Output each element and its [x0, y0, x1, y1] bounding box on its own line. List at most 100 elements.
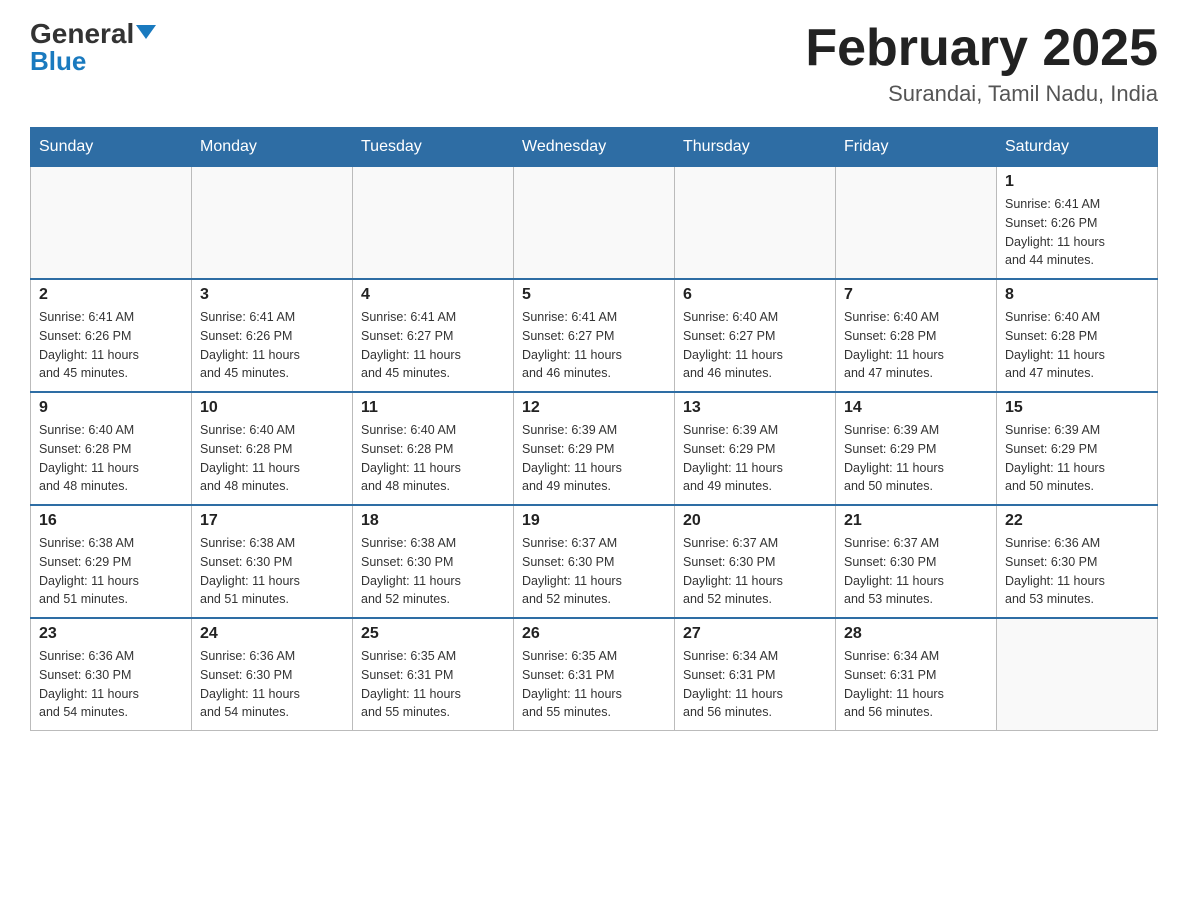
day-info: Sunrise: 6:41 AMSunset: 6:27 PMDaylight:… [522, 308, 666, 383]
logo: General Blue [30, 20, 156, 77]
table-row: 16 Sunrise: 6:38 AMSunset: 6:29 PMDayligh… [31, 505, 192, 618]
table-row: 8Sunrise: 6:40 AMSunset: 6:28 PMDaylight… [997, 279, 1158, 392]
table-row: 26 Sunrise: 6:35 AMSunset: 6:31 PMDayligh… [514, 618, 675, 731]
table-row [192, 167, 353, 280]
day-number: 1 [1005, 173, 1149, 191]
table-row: 12Sunrise: 6:39 AMSunset: 6:29 PMDayligh… [514, 392, 675, 505]
day-info: Sunrise: 6:40 AMSunset: 6:28 PMDaylight:… [200, 421, 344, 496]
table-row: 21 Sunrise: 6:37 AMSunset: 6:30 PMDayligh… [836, 505, 997, 618]
table-row [31, 167, 192, 280]
table-row: 14Sunrise: 6:39 AMSunset: 6:29 PMDayligh… [836, 392, 997, 505]
table-row [997, 618, 1158, 731]
day-number: 21 [844, 512, 988, 530]
day-number: 22 [1005, 512, 1149, 530]
day-number: 27 [683, 625, 827, 643]
table-row: 11Sunrise: 6:40 AMSunset: 6:28 PMDayligh… [353, 392, 514, 505]
calendar-week-row: 2 Sunrise: 6:41 AMSunset: 6:26 PMDaylight… [31, 279, 1158, 392]
day-number: 14 [844, 399, 988, 417]
table-row: 18 Sunrise: 6:38 AMSunset: 6:30 PMDayligh… [353, 505, 514, 618]
day-number: 28 [844, 625, 988, 643]
table-row: 19 Sunrise: 6:37 AMSunset: 6:30 PMDayligh… [514, 505, 675, 618]
day-info: Sunrise: 6:36 AMSunset: 6:30 PMDaylight:… [200, 647, 344, 722]
col-saturday: Saturday [997, 128, 1158, 167]
day-number: 17 [200, 512, 344, 530]
day-number: 7 [844, 286, 988, 304]
col-sunday: Sunday [31, 128, 192, 167]
col-monday: Monday [192, 128, 353, 167]
day-number: 8 [1005, 286, 1149, 304]
month-title: February 2025 [805, 20, 1158, 77]
table-row: 4 Sunrise: 6:41 AMSunset: 6:27 PMDaylight… [353, 279, 514, 392]
day-info: Sunrise: 6:35 AMSunset: 6:31 PMDaylight:… [522, 647, 666, 722]
day-info: Sunrise: 6:37 AMSunset: 6:30 PMDaylight:… [844, 534, 988, 609]
day-info: Sunrise: 6:38 AMSunset: 6:30 PMDaylight:… [361, 534, 505, 609]
table-row [353, 167, 514, 280]
day-info: Sunrise: 6:41 AMSunset: 6:26 PMDaylight:… [1005, 195, 1149, 270]
day-number: 18 [361, 512, 505, 530]
calendar-week-row: 23 Sunrise: 6:36 AMSunset: 6:30 PMDayligh… [31, 618, 1158, 731]
day-info: Sunrise: 6:35 AMSunset: 6:31 PMDaylight:… [361, 647, 505, 722]
calendar-header-row: Sunday Monday Tuesday Wednesday Thursday… [31, 128, 1158, 167]
calendar-week-row: 9 Sunrise: 6:40 AMSunset: 6:28 PMDaylight… [31, 392, 1158, 505]
day-number: 4 [361, 286, 505, 304]
day-number: 6 [683, 286, 827, 304]
table-row [836, 167, 997, 280]
table-row [514, 167, 675, 280]
table-row: 13 Sunrise: 6:39 AMSunset: 6:29 PMDayligh… [675, 392, 836, 505]
day-number: 26 [522, 625, 666, 643]
col-tuesday: Tuesday [353, 128, 514, 167]
day-number: 2 [39, 286, 183, 304]
day-number: 12 [522, 399, 666, 417]
day-number: 9 [39, 399, 183, 417]
location-subtitle: Surandai, Tamil Nadu, India [805, 81, 1158, 107]
day-number: 19 [522, 512, 666, 530]
table-row: 28 Sunrise: 6:34 AMSunset: 6:31 PMDayligh… [836, 618, 997, 731]
day-number: 25 [361, 625, 505, 643]
day-number: 24 [200, 625, 344, 643]
table-row: 9 Sunrise: 6:40 AMSunset: 6:28 PMDaylight… [31, 392, 192, 505]
day-number: 16 [39, 512, 183, 530]
table-row: 2 Sunrise: 6:41 AMSunset: 6:26 PMDaylight… [31, 279, 192, 392]
day-number: 23 [39, 625, 183, 643]
day-info: Sunrise: 6:34 AMSunset: 6:31 PMDaylight:… [844, 647, 988, 722]
table-row: 22 Sunrise: 6:36 AMSunset: 6:30 PMDayligh… [997, 505, 1158, 618]
day-info: Sunrise: 6:41 AMSunset: 6:27 PMDaylight:… [361, 308, 505, 383]
day-info: Sunrise: 6:39 AMSunset: 6:29 PMDaylight:… [1005, 421, 1149, 496]
table-row: 1 Sunrise: 6:41 AMSunset: 6:26 PMDaylight… [997, 167, 1158, 280]
calendar-week-row: 1 Sunrise: 6:41 AMSunset: 6:26 PMDaylight… [31, 167, 1158, 280]
table-row: 24 Sunrise: 6:36 AMSunset: 6:30 PMDayligh… [192, 618, 353, 731]
logo-triangle-icon [136, 25, 156, 39]
day-info: Sunrise: 6:37 AMSunset: 6:30 PMDaylight:… [522, 534, 666, 609]
day-info: Sunrise: 6:34 AMSunset: 6:31 PMDaylight:… [683, 647, 827, 722]
day-info: Sunrise: 6:38 AMSunset: 6:30 PMDaylight:… [200, 534, 344, 609]
day-info: Sunrise: 6:40 AMSunset: 6:28 PMDaylight:… [361, 421, 505, 496]
table-row: 6 Sunrise: 6:40 AMSunset: 6:27 PMDaylight… [675, 279, 836, 392]
table-row: 23 Sunrise: 6:36 AMSunset: 6:30 PMDayligh… [31, 618, 192, 731]
day-info: Sunrise: 6:41 AMSunset: 6:26 PMDaylight:… [200, 308, 344, 383]
day-info: Sunrise: 6:41 AMSunset: 6:26 PMDaylight:… [39, 308, 183, 383]
day-number: 5 [522, 286, 666, 304]
day-info: Sunrise: 6:40 AMSunset: 6:28 PMDaylight:… [39, 421, 183, 496]
col-wednesday: Wednesday [514, 128, 675, 167]
day-number: 13 [683, 399, 827, 417]
day-info: Sunrise: 6:39 AMSunset: 6:29 PMDaylight:… [683, 421, 827, 496]
page-header: General Blue February 2025 Surandai, Tam… [30, 20, 1158, 107]
day-info: Sunrise: 6:36 AMSunset: 6:30 PMDaylight:… [39, 647, 183, 722]
logo-blue: Blue [30, 46, 86, 77]
col-thursday: Thursday [675, 128, 836, 167]
logo-general: General [30, 20, 156, 48]
day-number: 20 [683, 512, 827, 530]
table-row: 20 Sunrise: 6:37 AMSunset: 6:30 PMDayligh… [675, 505, 836, 618]
day-info: Sunrise: 6:40 AMSunset: 6:27 PMDaylight:… [683, 308, 827, 383]
table-row: 27 Sunrise: 6:34 AMSunset: 6:31 PMDayligh… [675, 618, 836, 731]
day-info: Sunrise: 6:36 AMSunset: 6:30 PMDaylight:… [1005, 534, 1149, 609]
table-row [675, 167, 836, 280]
day-number: 10 [200, 399, 344, 417]
day-info: Sunrise: 6:37 AMSunset: 6:30 PMDaylight:… [683, 534, 827, 609]
table-row: 25 Sunrise: 6:35 AMSunset: 6:31 PMDayligh… [353, 618, 514, 731]
table-row: 3 Sunrise: 6:41 AMSunset: 6:26 PMDaylight… [192, 279, 353, 392]
table-row: 17 Sunrise: 6:38 AMSunset: 6:30 PMDayligh… [192, 505, 353, 618]
day-number: 3 [200, 286, 344, 304]
day-info: Sunrise: 6:38 AMSunset: 6:29 PMDaylight:… [39, 534, 183, 609]
calendar-week-row: 16 Sunrise: 6:38 AMSunset: 6:29 PMDayligh… [31, 505, 1158, 618]
